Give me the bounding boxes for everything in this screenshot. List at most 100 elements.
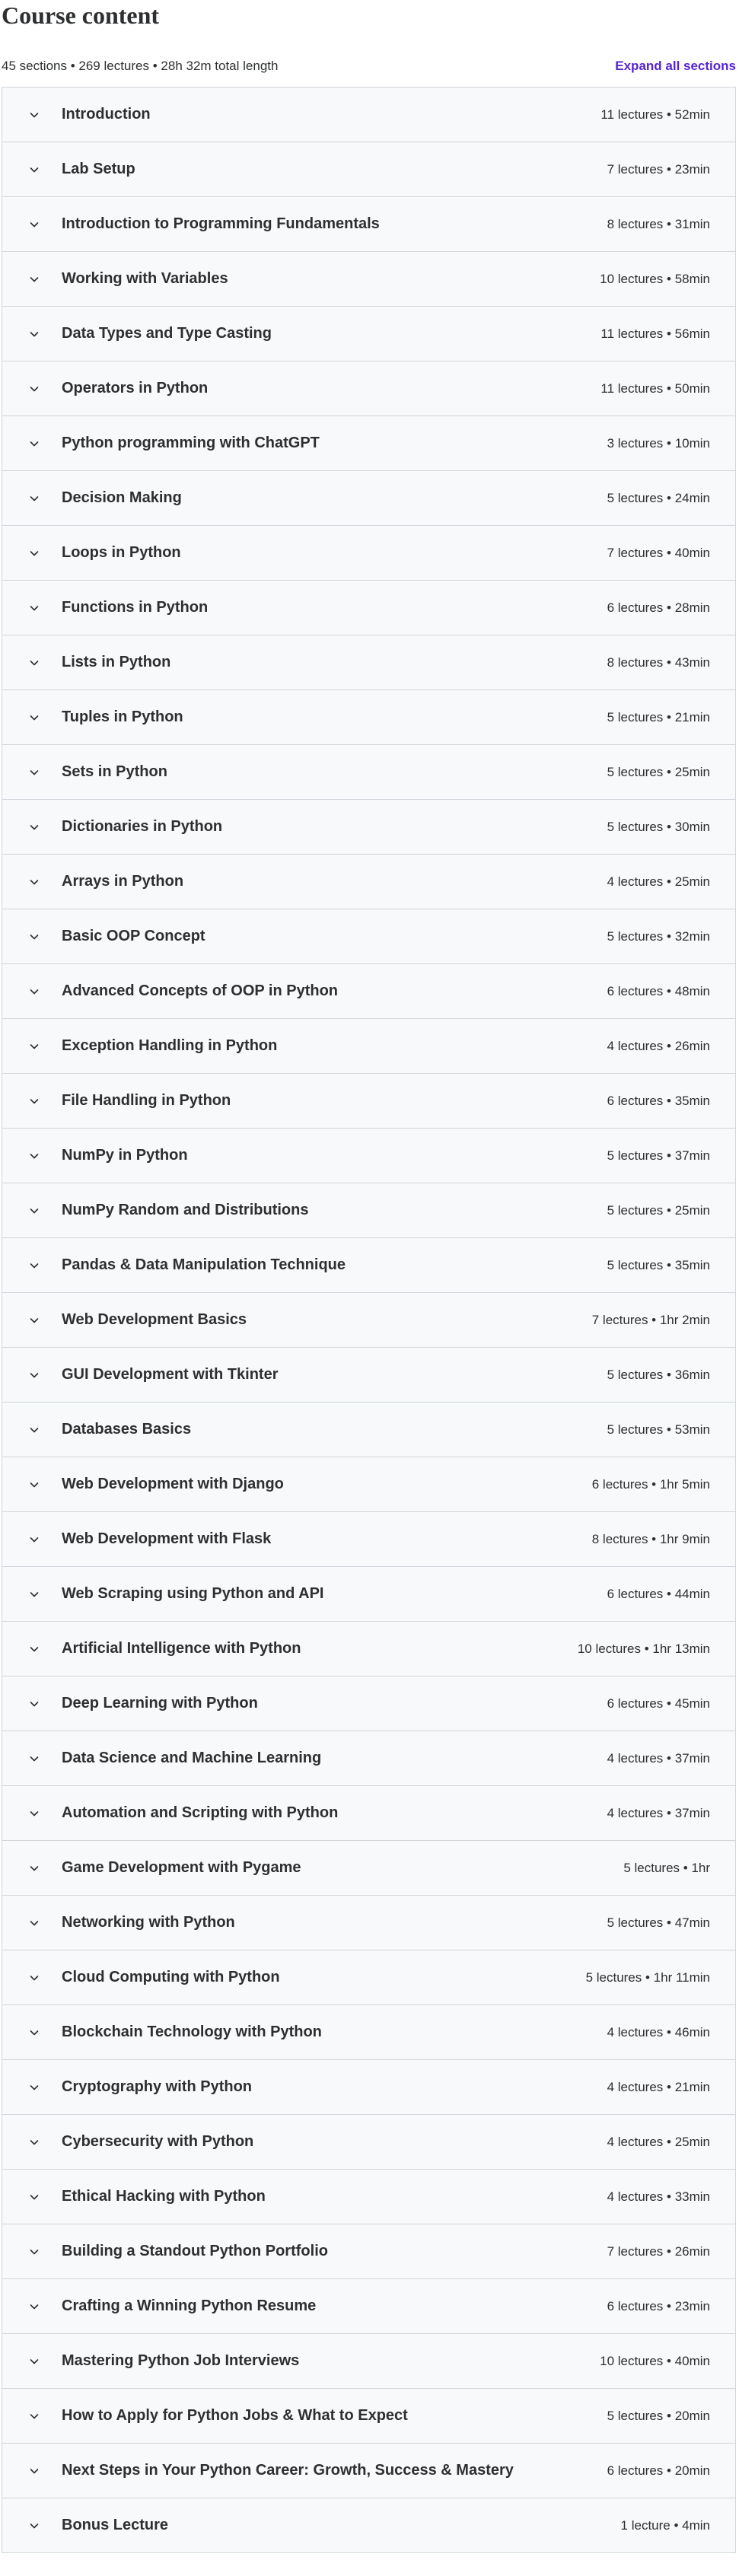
section-title: NumPy Random and Distributions — [62, 1202, 309, 1218]
section-meta: 5 lectures • 24min — [607, 490, 710, 505]
section-meta: 5 lectures • 20min — [607, 2408, 710, 2423]
section-header[interactable]: Web Development Basics 7 lectures • 1hr … — [2, 1293, 735, 1348]
section-title: Advanced Concepts of OOP in Python — [62, 982, 339, 999]
section-title: GUI Development with Tkinter — [62, 1366, 279, 1383]
section-title: Deep Learning with Python — [62, 1695, 258, 1711]
course-summary-row: 45 sections • 269 lectures • 28h 32m tot… — [2, 55, 737, 78]
section-title: Databases Basics — [62, 1421, 192, 1438]
section-header[interactable]: Networking with Python 5 lectures • 47mi… — [2, 1896, 735, 1950]
section-meta: 6 lectures • 44min — [607, 1586, 710, 1601]
section-title: Web Development Basics — [62, 1311, 247, 1328]
section-header[interactable]: Python programming with ChatGPT 3 lectur… — [2, 416, 735, 471]
chevron-down-icon — [28, 164, 40, 176]
section-header[interactable]: Crafting a Winning Python Resume 6 lectu… — [2, 2279, 735, 2334]
section-header[interactable]: NumPy in Python 5 lectures • 37min — [2, 1129, 735, 1183]
section-meta: 6 lectures • 48min — [607, 983, 710, 998]
section-header[interactable]: GUI Development with Tkinter 5 lectures … — [2, 1348, 735, 1403]
section-header[interactable]: Web Scraping using Python and API 6 lect… — [2, 1567, 735, 1622]
section-header[interactable]: Deep Learning with Python 6 lectures • 4… — [2, 1676, 735, 1731]
section-header[interactable]: Basic OOP Concept 5 lectures • 32min — [2, 909, 735, 964]
section-header[interactable]: Introduction to Programming Fundamentals… — [2, 197, 735, 252]
section-header[interactable]: Introduction 11 lectures • 52min — [2, 88, 735, 142]
section-header[interactable]: Operators in Python 11 lectures • 50min — [2, 361, 735, 416]
section-title: Game Development with Pygame — [62, 1859, 301, 1876]
section-header[interactable]: Tuples in Python 5 lectures • 21min — [2, 690, 735, 745]
section-title: Exception Handling in Python — [62, 1037, 278, 1054]
section-header[interactable]: Pandas & Data Manipulation Technique 5 l… — [2, 1238, 735, 1293]
section-header[interactable]: Cybersecurity with Python 4 lectures • 2… — [2, 2115, 735, 2170]
section-title: Decision Making — [62, 489, 182, 506]
section-meta: 5 lectures • 1hr — [623, 1860, 710, 1875]
section-header[interactable]: Working with Variables 10 lectures • 58m… — [2, 252, 735, 307]
section-title: Dictionaries in Python — [62, 818, 223, 835]
section-header[interactable]: NumPy Random and Distributions 5 lecture… — [2, 1183, 735, 1238]
section-meta: 5 lectures • 25min — [607, 764, 710, 779]
chevron-down-icon — [28, 712, 40, 724]
section-header[interactable]: How to Apply for Python Jobs & What to E… — [2, 2389, 735, 2444]
chevron-down-icon — [28, 1259, 40, 1272]
chevron-down-icon — [28, 2246, 40, 2258]
section-meta: 4 lectures • 25min — [607, 874, 710, 889]
section-header[interactable]: Game Development with Pygame 5 lectures … — [2, 1841, 735, 1896]
section-title: Automation and Scripting with Python — [62, 1804, 339, 1821]
chevron-down-icon — [28, 1807, 40, 1820]
section-header[interactable]: Loops in Python 7 lectures • 40min — [2, 526, 735, 581]
chevron-down-icon — [28, 1917, 40, 1929]
section-header[interactable]: Next Steps in Your Python Career: Growth… — [2, 2444, 735, 2498]
section-meta: 4 lectures • 21min — [607, 2079, 710, 2094]
section-title: Cryptography with Python — [62, 2078, 252, 2095]
section-header[interactable]: Web Development with Django 6 lectures •… — [2, 1457, 735, 1512]
section-header[interactable]: Decision Making 5 lectures • 24min — [2, 471, 735, 526]
section-meta: 4 lectures • 37min — [607, 1750, 710, 1766]
section-header[interactable]: Dictionaries in Python 5 lectures • 30mi… — [2, 800, 735, 855]
chevron-down-icon — [28, 2520, 40, 2532]
expand-all-sections-button[interactable]: Expand all sections — [615, 59, 736, 74]
section-header[interactable]: Data Types and Type Casting 11 lectures … — [2, 307, 735, 361]
section-title: Tuples in Python — [62, 708, 183, 725]
section-header[interactable]: Lists in Python 8 lectures • 43min — [2, 635, 735, 690]
section-header[interactable]: Arrays in Python 4 lectures • 25min — [2, 855, 735, 909]
section-title: Web Development with Flask — [62, 1530, 272, 1547]
section-header[interactable]: Mastering Python Job Interviews 10 lectu… — [2, 2334, 735, 2389]
section-meta: 6 lectures • 20min — [607, 2463, 710, 2478]
section-header[interactable]: Functions in Python 6 lectures • 28min — [2, 581, 735, 635]
section-meta: 10 lectures • 1hr 13min — [577, 1641, 710, 1656]
section-header[interactable]: Databases Basics 5 lectures • 53min — [2, 1403, 735, 1457]
chevron-down-icon — [28, 2136, 40, 2148]
section-title: Data Science and Machine Learning — [62, 1750, 322, 1766]
section-header[interactable]: Building a Standout Python Portfolio 7 l… — [2, 2224, 735, 2279]
section-meta: 5 lectures • 25min — [607, 1202, 710, 1218]
section-header[interactable]: Artificial Intelligence with Python 10 l… — [2, 1622, 735, 1676]
section-title: Web Development with Django — [62, 1476, 284, 1492]
section-header[interactable]: Automation and Scripting with Python 4 l… — [2, 1786, 735, 1841]
section-meta: 5 lectures • 35min — [607, 1257, 710, 1272]
section-header[interactable]: Bonus Lecture 1 lecture • 4min — [2, 2498, 735, 2553]
section-title: Next Steps in Your Python Career: Growth… — [62, 2462, 514, 2479]
section-header[interactable]: Cryptography with Python 4 lectures • 21… — [2, 2060, 735, 2115]
chevron-down-icon — [28, 547, 40, 559]
section-header[interactable]: File Handling in Python 6 lectures • 35m… — [2, 1074, 735, 1129]
section-meta: 6 lectures • 45min — [607, 1696, 710, 1711]
chevron-down-icon — [28, 1862, 40, 1874]
section-meta: 4 lectures • 33min — [607, 2189, 710, 2204]
section-title: Mastering Python Job Interviews — [62, 2352, 300, 2369]
chevron-down-icon — [28, 1588, 40, 1600]
course-content-panel: Course content 45 sections • 269 lecture… — [2, 0, 737, 2553]
chevron-down-icon — [28, 821, 40, 833]
section-header[interactable]: Cloud Computing with Python 5 lectures •… — [2, 1950, 735, 2005]
section-title: How to Apply for Python Jobs & What to E… — [62, 2407, 408, 2424]
section-header[interactable]: Exception Handling in Python 4 lectures … — [2, 1019, 735, 1074]
section-meta: 4 lectures • 25min — [607, 2134, 710, 2149]
section-header[interactable]: Data Science and Machine Learning 4 lect… — [2, 1731, 735, 1786]
section-title: Networking with Python — [62, 1914, 235, 1931]
section-header[interactable]: Web Development with Flask 8 lectures • … — [2, 1512, 735, 1567]
chevron-down-icon — [28, 218, 40, 231]
section-header[interactable]: Ethical Hacking with Python 4 lectures •… — [2, 2170, 735, 2224]
chevron-down-icon — [28, 2355, 40, 2367]
section-header[interactable]: Lab Setup 7 lectures • 23min — [2, 142, 735, 197]
section-meta: 6 lectures • 1hr 5min — [591, 1476, 710, 1492]
section-header[interactable]: Sets in Python 5 lectures • 25min — [2, 745, 735, 800]
section-header[interactable]: Blockchain Technology with Python 4 lect… — [2, 2005, 735, 2060]
chevron-down-icon — [28, 986, 40, 998]
section-header[interactable]: Advanced Concepts of OOP in Python 6 lec… — [2, 964, 735, 1019]
